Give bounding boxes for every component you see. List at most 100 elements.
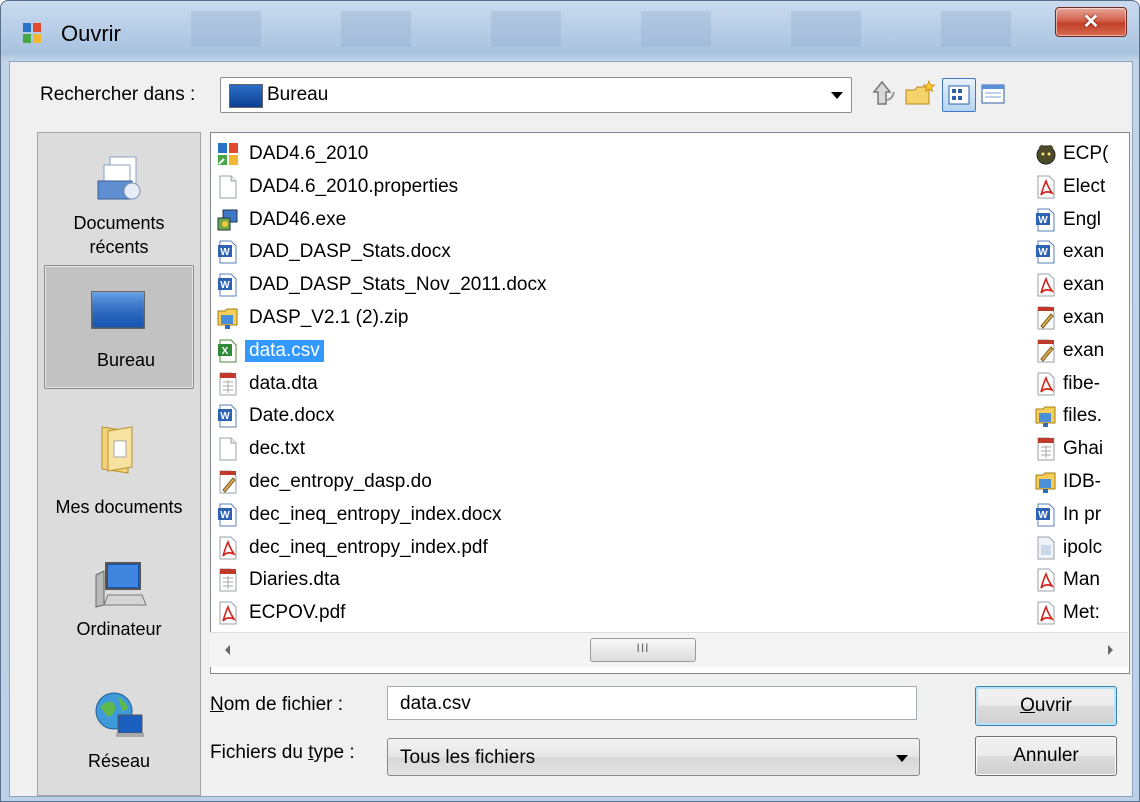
file-item[interactable]: files. <box>1031 401 1127 431</box>
file-item[interactable]: dec_entropy_dasp.do <box>213 467 713 497</box>
place-desktop[interactable]: Bureau <box>44 265 194 389</box>
file-name: DAD_DASP_Stats.docx <box>249 241 451 263</box>
window-title: Ouvrir <box>61 21 121 46</box>
file-name: Engl <box>1063 208 1102 230</box>
look-in-label: Rechercher dans : <box>40 84 196 105</box>
file-item[interactable]: Xdata.csv <box>213 336 713 366</box>
file-item[interactable]: W In pr <box>1031 500 1127 530</box>
word-icon: W <box>1035 503 1057 527</box>
file-name: exan <box>1063 274 1105 296</box>
file-item[interactable]: DAD4.6_2010.properties <box>213 172 713 202</box>
scrollbar-thumb[interactable]: III <box>590 638 696 662</box>
place-network[interactable]: Réseau <box>38 677 200 799</box>
file-name: dec.txt <box>249 438 305 460</box>
file-name: Man <box>1063 569 1100 591</box>
place-label: Documents <box>73 213 165 233</box>
file-name: DAD4.6_2010.properties <box>249 175 459 197</box>
filename-input[interactable]: data.csv <box>387 686 917 720</box>
close-button[interactable]: ✕ <box>1055 7 1127 37</box>
file-item[interactable]: fibe- <box>1031 369 1127 399</box>
file-column-2: ECP(Elect W Engl Wexan exan exan exan fibe-file… <box>1029 133 1129 673</box>
file-item[interactable]: IDB- <box>1031 467 1127 497</box>
open-button-accel: O <box>1020 695 1035 716</box>
scroll-right-icon[interactable] <box>1098 633 1122 667</box>
file-item[interactable]: exan <box>1031 303 1127 333</box>
file-item[interactable]: exan <box>1031 336 1127 366</box>
file-item[interactable]: DAD46.exe <box>213 205 713 235</box>
file-name: exan <box>1063 307 1105 328</box>
file-item[interactable]: dec_ineq_entropy_index.pdf <box>213 533 713 563</box>
scroll-left-icon[interactable] <box>216 633 240 667</box>
pdf-icon <box>1035 175 1057 199</box>
dta-icon <box>217 568 239 592</box>
filetype-label: Fichiers du type : <box>210 742 355 764</box>
file-item[interactable]: W Date.docx <box>213 401 713 431</box>
file-name: dec_entropy_dasp.do <box>249 471 432 492</box>
do-file-icon <box>217 470 239 494</box>
file-item[interactable]: Wdec_ineq_entropy_index.docx <box>213 500 713 530</box>
place-my-documents[interactable]: Mes documents <box>38 411 200 533</box>
filename-label: Nom de fichier : <box>210 694 343 716</box>
file-item[interactable]: Elect <box>1031 172 1127 202</box>
file-name: DAD4.6_2010 <box>249 143 369 164</box>
file-item[interactable]: exan <box>1031 270 1127 300</box>
svg-text:W: W <box>220 280 230 291</box>
chevron-down-icon[interactable] <box>896 755 908 762</box>
word-icon: W <box>217 404 239 428</box>
file-item[interactable]: ECP( <box>1031 139 1127 169</box>
title-bar[interactable]: Ouvrir ✕ <box>1 1 1139 61</box>
file-item[interactable]: W DAD_DASP_Stats.docx <box>213 237 713 267</box>
word-icon: W <box>1035 240 1057 264</box>
up-folder-icon[interactable] <box>872 78 898 110</box>
look-in-combo[interactable]: Bureau <box>220 77 852 113</box>
do-file-icon <box>1035 306 1057 330</box>
open-button[interactable]: Ouvrir <box>975 686 1117 726</box>
file-item[interactable]: W DAD_DASP_Stats_Nov_2011.docx <box>213 270 713 300</box>
file-item[interactable]: dec.txt <box>213 434 713 464</box>
filename-label-text: om de fichier : <box>223 694 344 715</box>
file-item[interactable]: Ghai <box>1031 434 1127 464</box>
view-details-icon[interactable] <box>978 78 1008 110</box>
file-item[interactable]: Diaries.dta <box>213 565 713 595</box>
view-thumbnails-icon[interactable] <box>942 78 976 112</box>
file-item[interactable]: Met: <box>1031 598 1127 628</box>
file-list[interactable]: DAD4.6_2010 DAD4.6_2010.properties DAD46.e… <box>210 132 1130 674</box>
file-name: files. <box>1063 405 1103 427</box>
place-recent-documents[interactable]: Documents récents <box>38 141 200 263</box>
places-bar: Documents récents Bureau Mes documents O… <box>37 132 201 796</box>
pdf-icon <box>1035 372 1057 396</box>
title-bar-glass <box>151 11 1011 47</box>
file-name: dec_ineq_entropy_index.docx <box>249 503 502 525</box>
svg-text:W: W <box>1038 247 1048 258</box>
file-name: exan <box>1063 241 1105 263</box>
filetype-select[interactable]: Tous les fichiers <box>387 738 920 776</box>
file-name: Met: <box>1063 602 1100 624</box>
file-item[interactable]: Wexan <box>1031 237 1127 267</box>
word-icon: W <box>217 240 239 264</box>
file-item[interactable]: DAD4.6_2010 <box>213 139 713 169</box>
file-item[interactable]: data.dta <box>213 369 713 399</box>
place-computer[interactable]: Ordinateur <box>38 547 200 669</box>
place-label: Réseau <box>87 751 151 771</box>
pdf-icon <box>217 536 239 560</box>
place-label-2: récents <box>89 237 149 257</box>
recent-documents-icon <box>97 156 141 200</box>
horizontal-scrollbar[interactable]: III <box>210 632 1128 667</box>
cancel-button[interactable]: Annuler <box>975 736 1117 776</box>
file-item[interactable]: DASP_V2.1 (2).zip <box>213 303 713 333</box>
new-folder-icon[interactable] <box>903 78 937 110</box>
chevron-down-icon[interactable] <box>831 92 843 99</box>
svg-text:W: W <box>1038 215 1048 226</box>
file-item[interactable]: ipolc <box>1031 533 1127 563</box>
scrollbar-grip: III <box>636 641 650 655</box>
dta-icon <box>1035 437 1057 461</box>
file-name: ECP( <box>1063 143 1109 164</box>
file-name: exan <box>1063 339 1105 361</box>
pdf-icon <box>217 601 239 625</box>
look-in-value: Bureau <box>267 84 329 105</box>
place-label: Bureau <box>96 350 156 370</box>
svg-text:W: W <box>220 411 230 422</box>
file-item[interactable]: ECPOV.pdf <box>213 598 713 628</box>
file-item[interactable]: Man <box>1031 565 1127 595</box>
file-item[interactable]: W Engl <box>1031 205 1127 235</box>
